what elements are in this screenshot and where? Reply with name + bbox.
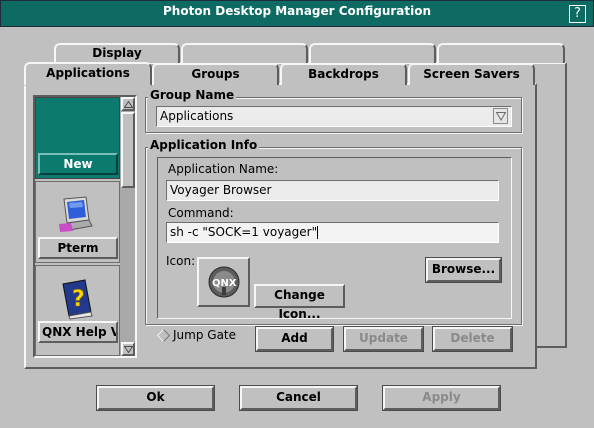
command-label: Command:	[168, 206, 234, 220]
tab-blank-3[interactable]	[437, 43, 565, 63]
scroll-thumb[interactable]	[121, 112, 135, 188]
tab-applications[interactable]: Applications	[24, 62, 152, 86]
command-field[interactable]: sh -c "SOCK=1 voyager"	[166, 222, 499, 243]
help-book-icon: ?	[62, 279, 93, 320]
application-info-title: Application Info	[148, 138, 260, 152]
tab-backdrops[interactable]: Backdrops	[280, 63, 407, 85]
chevron-down-icon	[496, 112, 506, 121]
list-item-pterm[interactable]: Pterm	[35, 181, 120, 263]
application-name-label: Application Name:	[168, 162, 279, 176]
help-button[interactable]: ?	[569, 5, 586, 23]
cancel-button[interactable]: Cancel	[239, 385, 358, 411]
browse-button[interactable]: Browse...	[425, 257, 502, 283]
delete-button[interactable]: Delete	[432, 326, 513, 352]
list-item-label: QNX Help Vie	[38, 321, 118, 343]
command-text: sh -c "SOCK=1 voyager"	[170, 225, 318, 239]
ok-button[interactable]: Ok	[96, 385, 215, 411]
tab-groups[interactable]: Groups	[152, 63, 279, 85]
tab-display[interactable]: Display	[54, 43, 180, 63]
list-item-label: New	[38, 153, 118, 175]
scroll-up-button[interactable]	[121, 97, 135, 111]
tab-screen-savers[interactable]: Screen Savers	[408, 63, 535, 85]
list-item-new[interactable]: New	[35, 97, 120, 179]
scroll-down-button[interactable]	[121, 342, 135, 356]
group-name-select[interactable]: Applications	[156, 106, 512, 127]
list-item-label: Pterm	[38, 237, 118, 259]
jump-gate-label: Jump Gate	[173, 328, 237, 342]
qnx-logo-icon: QNX	[208, 266, 240, 298]
add-button[interactable]: Add	[255, 326, 334, 352]
arrow-up-icon	[124, 101, 133, 108]
list-item-qnx-help[interactable]: ? QNX Help Vie	[35, 265, 120, 356]
jump-gate-radio[interactable]	[157, 329, 170, 342]
current-icon-preview[interactable]: QNX	[197, 257, 250, 307]
group-name-title: Group Name	[148, 88, 237, 102]
application-name-field[interactable]: Voyager Browser	[166, 180, 499, 201]
window-title: Photon Desktop Manager Configuration	[162, 4, 432, 18]
terminal-monitor-icon	[59, 196, 93, 232]
text-cursor	[317, 226, 319, 239]
icon-label: Icon:	[166, 254, 196, 268]
tab-blank-1[interactable]	[181, 43, 308, 63]
arrow-down-icon	[124, 346, 133, 353]
tab-blank-2[interactable]	[309, 43, 436, 63]
change-icon-button[interactable]: Change Icon...	[254, 284, 345, 321]
update-button[interactable]: Update	[343, 326, 424, 352]
group-name-dropdown-button[interactable]	[493, 108, 508, 124]
svg-text:?: ?	[72, 287, 85, 312]
apply-button[interactable]: Apply	[382, 385, 501, 411]
